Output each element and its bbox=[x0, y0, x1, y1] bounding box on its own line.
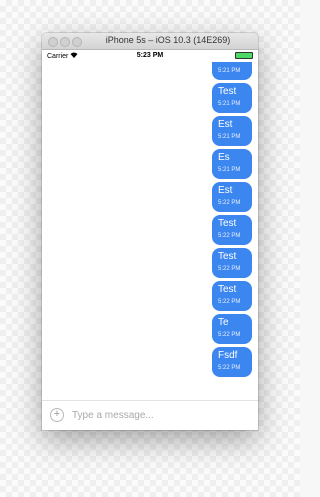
message-text: Test bbox=[218, 218, 237, 229]
message-text: Est bbox=[218, 185, 233, 196]
close-window-button[interactable] bbox=[48, 37, 58, 47]
message-list[interactable]: Test 5:21 PM Test 5:21 PM Est 5:21 PM Es… bbox=[42, 50, 258, 400]
message-bubble[interactable]: Test 5:21 PM bbox=[212, 83, 252, 113]
message-text: Test bbox=[218, 251, 237, 262]
message-text: Test bbox=[218, 284, 237, 295]
message-time: 5:21 PM bbox=[218, 167, 241, 173]
message-text: Te bbox=[218, 317, 229, 328]
message-time: 5:21 PM bbox=[218, 101, 241, 107]
plus-icon[interactable]: + bbox=[50, 408, 64, 422]
message-input[interactable] bbox=[72, 407, 242, 423]
message-text: Fsdf bbox=[218, 350, 238, 361]
message-time: 5:21 PM bbox=[218, 68, 241, 74]
message-time: 5:22 PM bbox=[218, 299, 241, 305]
message-text: Test bbox=[218, 86, 237, 97]
zoom-window-button[interactable] bbox=[72, 37, 82, 47]
window-titlebar[interactable]: iPhone 5s – iOS 10.3 (14E269) bbox=[42, 33, 258, 50]
battery-icon bbox=[235, 52, 253, 59]
status-bar: Carrier 5:23 PM bbox=[42, 50, 258, 62]
message-bubble[interactable]: Es 5:21 PM bbox=[212, 149, 252, 179]
minimize-window-button[interactable] bbox=[60, 37, 70, 47]
message-time: 5:21 PM bbox=[218, 134, 241, 140]
message-text: Es bbox=[218, 152, 230, 163]
message-time: 5:22 PM bbox=[218, 233, 241, 239]
message-time: 5:22 PM bbox=[218, 200, 241, 206]
status-time: 5:23 PM bbox=[136, 52, 164, 59]
window-title: iPhone 5s – iOS 10.3 (14E269) bbox=[105, 35, 231, 45]
message-time: 5:22 PM bbox=[218, 266, 241, 272]
message-text: Est bbox=[218, 119, 233, 130]
simulator-window: iPhone 5s – iOS 10.3 (14E269) Test 5:21 … bbox=[42, 33, 258, 430]
message-time: 5:22 PM bbox=[218, 365, 241, 371]
message-composer: + bbox=[42, 400, 258, 430]
message-bubble[interactable]: Est 5:22 PM bbox=[212, 182, 252, 212]
message-bubble[interactable]: Test 5:22 PM bbox=[212, 248, 252, 278]
message-time: 5:22 PM bbox=[218, 332, 241, 338]
message-bubble[interactable]: Test 5:22 PM bbox=[212, 215, 252, 245]
message-bubble[interactable]: Fsdf 5:22 PM bbox=[212, 347, 252, 377]
message-bubble[interactable]: Est 5:21 PM bbox=[212, 116, 252, 146]
message-bubble[interactable]: Test 5:22 PM bbox=[212, 281, 252, 311]
message-bubble[interactable]: Te 5:22 PM bbox=[212, 314, 252, 344]
